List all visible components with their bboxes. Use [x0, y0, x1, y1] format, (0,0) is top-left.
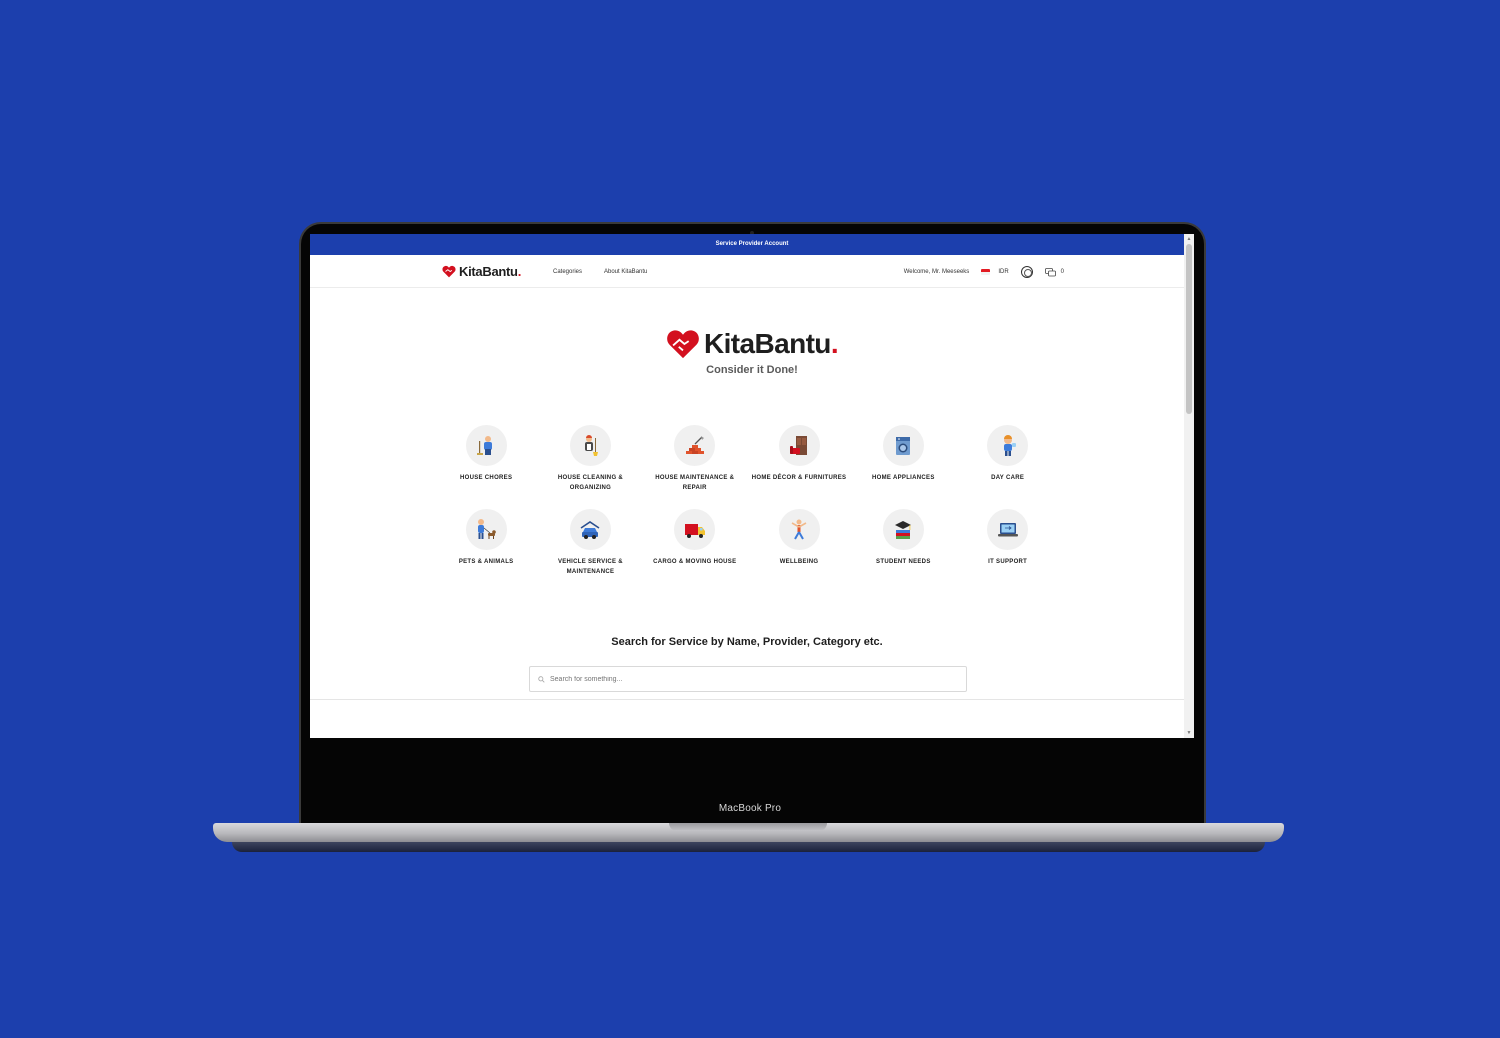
wellbeing-icon	[778, 509, 820, 550]
category-house-cleaning[interactable]: HOUSE CLEANING & ORGANIZING	[538, 425, 642, 497]
category-vehicle-service[interactable]: VEHICLE SERVICE & MAINTENANCE	[538, 509, 642, 581]
category-pets-animals[interactable]: PETS & ANIMALS	[434, 509, 538, 581]
scroll-thumb[interactable]	[1186, 244, 1192, 414]
category-label: HOME DÉCOR & FURNITURES	[751, 475, 847, 481]
search-box[interactable]	[529, 666, 967, 692]
hero: KitaBantu. Consider it Done!	[310, 328, 1194, 376]
category-grid: HOUSE CHORES HOUSE CLEANING & ORGANIZING…	[434, 425, 1060, 581]
search-title: Search for Service by Name, Provider, Ca…	[611, 636, 883, 648]
nav-link-about[interactable]: About KitaBantu	[604, 269, 647, 275]
currency-selector[interactable]: IDR	[981, 269, 1009, 275]
category-house-chores[interactable]: HOUSE CHORES	[434, 425, 538, 497]
laptop-base-shadow	[232, 842, 1265, 852]
category-home-decor[interactable]: HOME DÉCOR & FURNITURES	[747, 425, 851, 497]
category-label: HOUSE MAINTENANCE & REPAIR	[655, 475, 735, 491]
nav-link-categories[interactable]: Categories	[553, 269, 582, 275]
laptop-notch	[669, 823, 827, 831]
home-appliances-icon	[882, 425, 924, 466]
navbar: KitaBantu. Categories About KitaBantu We…	[310, 255, 1194, 288]
hero-brand-text: KitaBantu	[703, 328, 831, 359]
category-cargo-moving[interactable]: CARGO & MOVING HOUSE	[643, 509, 747, 581]
category-student-needs[interactable]: STUDENT NEEDS	[851, 509, 955, 581]
category-label: IT SUPPORT	[988, 559, 1028, 565]
house-maintenance-icon	[674, 425, 716, 466]
hero-brand-dot: .	[830, 328, 839, 359]
student-needs-icon	[882, 509, 924, 550]
day-care-icon	[987, 425, 1029, 466]
chat-button[interactable]: 0	[1044, 267, 1064, 277]
tagline: Consider it Done!	[706, 364, 798, 376]
category-label: PETS & ANIMALS	[458, 559, 514, 565]
category-label: CARGO & MOVING HOUSE	[653, 559, 737, 565]
service-provider-banner[interactable]: Service Provider Account	[310, 234, 1194, 255]
category-label: VEHICLE SERVICE & MAINTENANCE	[557, 559, 623, 575]
category-label: HOME APPLIANCES	[872, 475, 935, 481]
search-input[interactable]	[550, 675, 950, 683]
heart-handshake-icon	[442, 265, 456, 278]
category-home-appliances[interactable]: HOME APPLIANCES	[851, 425, 955, 497]
chat-icon	[1044, 267, 1056, 276]
scrollbar[interactable]: ▲ ▼	[1184, 234, 1194, 738]
nav-brand-dot: .	[517, 264, 522, 279]
house-cleaning-icon	[569, 425, 611, 466]
category-day-care[interactable]: DAY CARE	[955, 425, 1059, 497]
divider	[310, 699, 1184, 700]
category-label: STUDENT NEEDS	[876, 559, 931, 565]
scroll-down-arrow-icon[interactable]: ▼	[1186, 730, 1192, 736]
it-support-icon	[987, 509, 1029, 550]
category-label: HOUSE CHORES	[460, 475, 513, 481]
indonesia-flag-icon	[981, 269, 991, 275]
scroll-up-arrow-icon[interactable]: ▲	[1186, 236, 1192, 242]
heart-handshake-icon	[667, 330, 699, 359]
nav-right: Welcome, Mr. Meeseeks IDR 0	[892, 266, 1064, 278]
welcome-text[interactable]: Welcome, Mr. Meeseeks	[904, 269, 970, 275]
vehicle-service-icon	[569, 509, 611, 550]
cargo-moving-icon	[674, 509, 716, 550]
category-wellbeing[interactable]: WELLBEING	[747, 509, 851, 581]
home-decor-icon	[778, 425, 820, 466]
category-it-support[interactable]: IT SUPPORT	[955, 509, 1059, 581]
category-house-maintenance[interactable]: HOUSE MAINTENANCE & REPAIR	[643, 425, 747, 497]
device-model-label: MacBook Pro	[718, 803, 782, 814]
banner-text: Service Provider Account	[715, 241, 789, 247]
nav-brand: KitaBantu.	[459, 264, 521, 279]
nav-brand-text: KitaBantu	[459, 264, 518, 279]
category-label: HOUSE CLEANING & ORGANIZING	[557, 475, 624, 491]
browser-screen: Service Provider Account KitaBantu. Cate…	[310, 234, 1194, 738]
nav-logo[interactable]: KitaBantu.	[442, 264, 521, 279]
house-chores-icon	[465, 425, 507, 466]
currency-label: IDR	[998, 269, 1009, 275]
chat-count: 0	[1060, 269, 1064, 275]
pets-animals-icon	[465, 509, 507, 550]
category-label: WELLBEING	[779, 559, 819, 565]
globe-icon[interactable]	[1020, 266, 1033, 278]
hero-logo: KitaBantu.	[310, 328, 1194, 360]
search-icon	[538, 675, 545, 683]
hero-brand: KitaBantu.	[703, 328, 839, 360]
category-label: DAY CARE	[991, 475, 1025, 481]
